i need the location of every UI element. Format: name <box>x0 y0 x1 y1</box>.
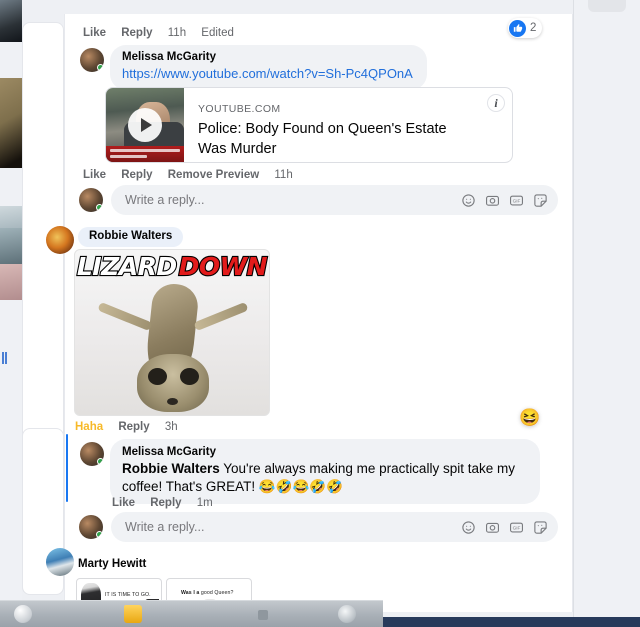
sticker-icon[interactable] <box>533 193 548 208</box>
remove-preview-button[interactable]: Remove Preview <box>168 169 259 181</box>
reply-button-melissa-2[interactable]: Reply <box>150 497 181 509</box>
reply-button-top[interactable]: Reply <box>121 27 152 39</box>
comic-caption-2: Was I a good Queen? <box>181 590 233 597</box>
reply-button-melissa-1[interactable]: Reply <box>121 169 152 181</box>
comment-author-robbie-pill[interactable]: Robbie Walters <box>78 226 184 247</box>
timestamp-melissa-2[interactable]: 1m <box>197 497 213 509</box>
thumbs-up-icon <box>509 19 526 37</box>
sticker-icon[interactable] <box>533 520 548 535</box>
comment-image-lizard-meme[interactable]: LIZARD DOWN <box>74 249 270 416</box>
taskbar-app-icon[interactable] <box>258 610 268 620</box>
comic-caption-2-rest: good Queen? <box>199 590 234 596</box>
avatar-composer-1 <box>79 188 103 212</box>
taskbar-start-icon[interactable] <box>14 605 32 623</box>
online-indicator <box>96 531 103 538</box>
link-preview-title[interactable]: Police: Body Found on Queen's Estate Was… <box>198 119 478 159</box>
comment-text-melissa-2: Robbie Walters You're always making me p… <box>122 460 528 496</box>
meme-caption: LIZARD DOWN <box>75 250 269 284</box>
comment-author-marty-wrap: Marty Hewitt <box>78 554 146 572</box>
play-icon[interactable] <box>128 108 162 142</box>
like-button-top[interactable]: Like <box>83 27 106 39</box>
comic-caption-2-bold: Was I a <box>181 590 200 596</box>
comment-actions-robbie: Haha Reply 3h <box>75 420 190 434</box>
taskbar[interactable] <box>0 600 383 627</box>
reaction-emoji-robbie[interactable]: 😆 <box>519 408 540 427</box>
link-preview-thumbnail[interactable] <box>106 88 184 162</box>
timestamp-robbie[interactable]: 3h <box>165 421 178 433</box>
reply-input-2[interactable]: Write a reply... GIF <box>111 512 558 542</box>
info-icon[interactable]: i <box>487 94 505 112</box>
thumbnail-chyron <box>106 146 184 162</box>
comment-bubble-melissa-link: Melissa McGarity https://www.youtube.com… <box>110 45 427 90</box>
comment-actions-melissa-link: Like Reply Remove Preview 11h <box>83 168 305 182</box>
rail-indicator <box>2 352 8 364</box>
reply-input-1[interactable]: Write a reply... GIF <box>111 185 558 215</box>
avatar-marty[interactable] <box>46 548 74 576</box>
composer-icons-1: GIF <box>461 193 548 208</box>
avatar-melissa-2[interactable] <box>80 442 104 466</box>
comment-author-melissa-1[interactable]: Melissa McGarity <box>122 50 413 65</box>
like-button-melissa-1[interactable]: Like <box>83 169 106 181</box>
gif-icon[interactable]: GIF <box>509 520 524 535</box>
like-button-melissa-2[interactable]: Like <box>112 497 135 509</box>
screen: Like Reply 11h Edited 2 Melissa McGarity… <box>0 0 640 627</box>
comment-emojis: 😂🤣😂🤣🤣 <box>258 479 343 494</box>
avatar-robbie[interactable] <box>46 226 74 254</box>
online-indicator <box>96 204 103 211</box>
gif-icon[interactable]: GIF <box>509 193 524 208</box>
rail-thumbnail-2[interactable] <box>0 78 22 168</box>
link-preview-card[interactable]: YOUTUBE.COM Police: Body Found on Queen'… <box>105 87 513 163</box>
comment-link-url[interactable]: https://www.youtube.com/watch?v=Sh-Pc4QP… <box>122 65 413 83</box>
meme-lizard-eye-left <box>148 368 167 385</box>
edited-label-top: Edited <box>201 27 234 39</box>
comment-mention-robbie[interactable]: Robbie Walters <box>122 461 220 476</box>
meme-lizard-nose <box>167 398 178 405</box>
timestamp-melissa-1[interactable]: 11h <box>274 169 292 181</box>
emoji-icon[interactable] <box>461 520 476 535</box>
reaction-label-robbie[interactable]: Haha <box>75 421 103 433</box>
rail-thumbnail-4[interactable] <box>0 228 22 264</box>
comment-actions-top: Like Reply 11h Edited <box>83 26 246 40</box>
comment-author-melissa-2[interactable]: Melissa McGarity <box>122 445 528 460</box>
taskbar-folder-icon[interactable] <box>124 605 142 623</box>
composer-icons-2: GIF <box>461 520 548 535</box>
camera-icon[interactable] <box>485 520 500 535</box>
reaction-badge-top[interactable]: 2 <box>508 18 543 38</box>
svg-text:GIF: GIF <box>513 198 521 203</box>
thread-connector-line <box>66 434 68 502</box>
comic-caption-1: IT IS TIME TO GO. <box>105 592 151 598</box>
comment-author-robbie: Robbie Walters <box>78 227 184 247</box>
online-indicator <box>97 458 104 465</box>
avatar-composer-2 <box>79 515 103 539</box>
reply-placeholder-1: Write a reply... <box>125 193 205 207</box>
reply-button-robbie[interactable]: Reply <box>118 421 149 433</box>
link-preview-body: YOUTUBE.COM Police: Body Found on Queen'… <box>184 88 512 162</box>
online-indicator <box>97 64 104 71</box>
reaction-count-top: 2 <box>530 22 537 34</box>
desktop-strip <box>383 617 640 627</box>
reply-composer-2[interactable]: Write a reply... GIF <box>79 512 558 542</box>
taskbar-trash-icon[interactable] <box>338 605 356 623</box>
rail-thumbnail-5[interactable] <box>0 264 22 300</box>
reply-placeholder-2: Write a reply... <box>125 520 205 534</box>
meme-caption-word-2: DOWN <box>177 251 268 281</box>
meme-lizard-leg-right <box>193 301 249 332</box>
timestamp-top[interactable]: 11h <box>168 27 186 39</box>
svg-text:GIF: GIF <box>513 525 521 530</box>
page-background-right <box>573 0 640 627</box>
reply-composer-1[interactable]: Write a reply... GIF <box>79 185 558 215</box>
comment-bubble-melissa-reply: Melissa McGarity Robbie Walters You're a… <box>110 439 540 504</box>
meme-watermark <box>79 407 80 413</box>
top-edge-pill <box>588 0 626 12</box>
avatar-melissa-1[interactable] <box>80 48 104 72</box>
comment-actions-melissa-2: Like Reply 1m <box>112 496 225 510</box>
meme-caption-word-1: LIZARD <box>76 251 178 281</box>
emoji-icon[interactable] <box>461 193 476 208</box>
comment-author-marty[interactable]: Marty Hewitt <box>78 558 146 570</box>
rail-thumbnail-1[interactable] <box>0 0 22 42</box>
meme-lizard-eye-right <box>180 368 199 385</box>
link-preview-domain: YOUTUBE.COM <box>198 103 281 115</box>
meme-lizard-leg-left <box>97 301 153 332</box>
camera-icon[interactable] <box>485 193 500 208</box>
